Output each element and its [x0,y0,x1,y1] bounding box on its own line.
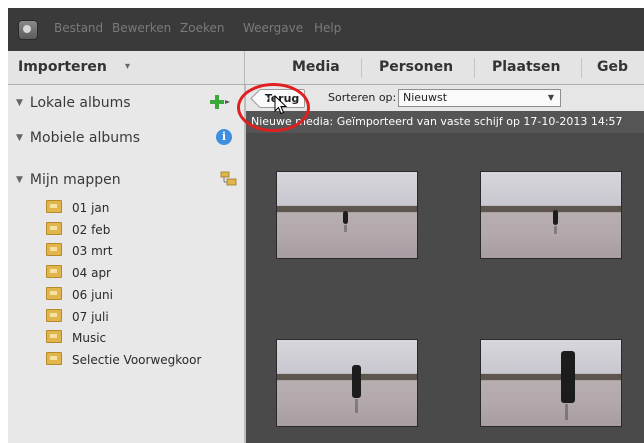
toolbar-divider [244,51,245,84]
thumbnail-reflection [554,226,557,234]
app-logo-icon [18,20,38,40]
thumbnail-skater [553,210,558,225]
menu-bewerken[interactable]: Bewerken [112,21,171,35]
sort-select[interactable]: Nieuwst ▼ [398,89,561,107]
folder-item[interactable]: 06 juni [46,287,113,305]
section-lokale-albums[interactable]: ▼ Lokale albums [16,95,131,111]
info-icon[interactable]: i [216,129,232,145]
tab-separator [361,58,362,78]
folder-icon [46,287,62,300]
tab-separator [581,58,582,78]
section-label: Lokale albums [29,95,131,111]
photo-thumbnail[interactable] [480,339,622,427]
folder-item[interactable]: 02 feb [46,222,110,240]
thumbnail-reflection [344,225,347,232]
sort-label: Sorteren op: [328,91,397,104]
folder-icon [46,243,62,256]
folder-item[interactable]: 04 apr [46,265,111,283]
menu-zoeken[interactable]: Zoeken [180,21,224,35]
chevron-down-icon[interactable]: ▾ [125,61,130,72]
folder-label: Selectie Voorwegkoor [72,353,202,367]
tab-gebeurtenissen[interactable]: Geb [597,59,628,75]
photo-thumbnail[interactable] [276,171,418,259]
triangle-down-icon[interactable]: ▼ [16,98,23,108]
add-album-icon[interactable] [210,94,230,110]
folder-item[interactable]: 01 jan [46,200,109,218]
thumbnail-trees [481,206,621,212]
thumbnail-trees [277,374,417,380]
tab-plaatsen[interactable]: Plaatsen [492,59,560,75]
section-mobiele-albums[interactable]: ▼ Mobiele albums [16,130,140,146]
folder-view-icon[interactable] [220,171,238,187]
tab-media[interactable]: Media [292,59,340,75]
thumbnail-skater [352,365,361,398]
folder-icon [46,222,62,235]
triangle-down-icon[interactable]: ▼ [16,133,23,143]
cursor-icon [274,95,288,115]
folder-item[interactable]: Music [46,330,106,348]
triangle-down-icon[interactable]: ▼ [16,175,23,185]
folder-item[interactable]: 03 mrt [46,243,112,261]
folder-icon [46,352,62,365]
thumbnail-reflection [355,399,358,413]
top-toolbar: Importeren ▾ Media Personen Plaatsen Geb [8,51,644,85]
menu-bestand[interactable]: Bestand [54,21,103,35]
sidebar: ▼ Lokale albums ▼ Mobiele albums i ▼ Mijn m… [8,85,244,443]
section-mijn-mappen[interactable]: ▼ Mijn mappen [16,172,121,188]
menu-help[interactable]: Help [314,21,341,35]
menu-bar: Bestand Bewerken Zoeken Weergave Help [8,8,644,51]
importeren-button[interactable]: Importeren [18,59,107,75]
photo-thumbnail[interactable] [276,339,418,427]
thumbnail-reflection [565,404,568,420]
folder-label: Music [72,331,107,345]
folder-item[interactable]: 07 juli [46,309,109,327]
media-browser: Terug Sorteren op: Nieuwst ▼ Nieuwe medi… [246,85,644,443]
folder-icon [46,330,62,343]
folder-item[interactable]: Selectie Voorwegkoor [46,352,201,370]
folder-label: 01 jan [72,201,110,215]
section-label: Mijn mappen [29,172,121,188]
folder-label: 02 feb [72,223,111,237]
chevron-down-icon: ▼ [547,93,554,102]
thumbnail-skater [561,351,575,403]
folder-icon [46,265,62,278]
folder-label: 06 juni [72,288,113,302]
folder-label: 04 apr [72,266,111,280]
thumbnail-skater [343,211,348,224]
menu-weergave[interactable]: Weergave [243,21,303,35]
thumbnail-trees [481,374,621,380]
photo-thumbnail[interactable] [480,171,622,259]
tab-separator [474,58,475,78]
sort-value: Nieuwst [403,91,448,104]
tab-personen[interactable]: Personen [379,59,453,75]
section-label: Mobiele albums [29,130,141,146]
folder-icon [46,309,62,322]
folder-label: 03 mrt [72,244,113,258]
folder-label: 07 juli [72,310,109,324]
folder-icon [46,200,62,213]
app-window: Bestand Bewerken Zoeken Weergave Help Im… [8,8,644,443]
